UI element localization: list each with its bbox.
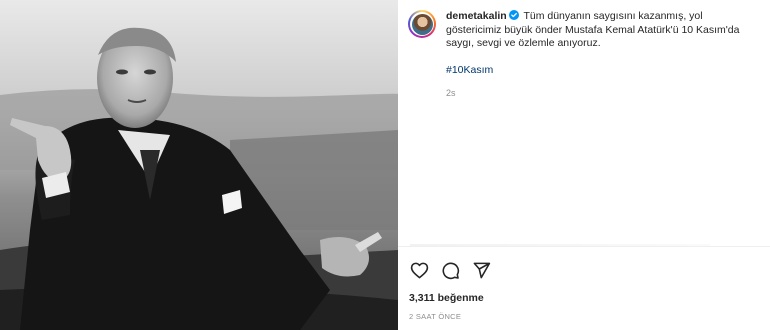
- divider: [398, 246, 770, 247]
- comment-icon: [442, 262, 459, 279]
- instagram-post: demetakalin Tüm dünyanın saygısını kazan…: [0, 0, 770, 330]
- action-bar: [408, 259, 501, 281]
- hashtag-link[interactable]: #10Kasım: [446, 64, 760, 78]
- caption-row: demetakalin Tüm dünyanın saygısını kazan…: [408, 10, 760, 101]
- black-and-white-portrait-image: [0, 0, 398, 330]
- post-photo[interactable]: [0, 0, 398, 330]
- post-details-panel: demetakalin Tüm dünyanın saygısını kazan…: [398, 0, 770, 330]
- like-button[interactable]: [408, 259, 430, 281]
- heart-icon: [410, 262, 428, 278]
- username-link[interactable]: demetakalin: [446, 10, 507, 22]
- verified-badge-icon: [508, 10, 519, 20]
- comment-button[interactable]: [439, 259, 461, 281]
- caption: demetakalin Tüm dünyanın saygısını kazan…: [446, 10, 760, 101]
- comment-time-ago: 2s: [446, 88, 456, 98]
- avatar[interactable]: [408, 10, 436, 38]
- share-icon: [473, 262, 490, 278]
- post-timestamp: 2 SAAT ÖNCE: [409, 312, 462, 321]
- likes-count[interactable]: 3,311 beğenme: [409, 292, 484, 304]
- share-button[interactable]: [470, 259, 492, 281]
- profile-avatar-icon: [411, 13, 433, 35]
